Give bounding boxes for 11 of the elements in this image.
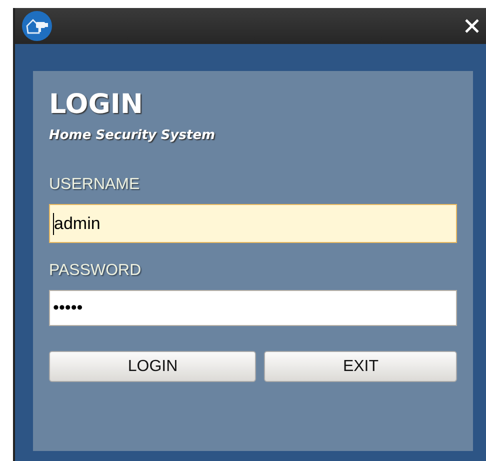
dialog-title: LOGIN — [49, 89, 143, 120]
close-icon — [464, 18, 480, 34]
input-field[interactable]: admin — [49, 204, 457, 243]
field-label: USERNAME — [49, 176, 140, 194]
dialog-button[interactable]: LOGIN — [49, 351, 256, 382]
input-field[interactable]: ••••• — [49, 290, 457, 326]
house-camera-icon — [22, 11, 52, 41]
close-button[interactable] — [464, 18, 480, 34]
dialog-button[interactable]: EXIT — [264, 351, 457, 382]
dialog-subtitle: Home Security System — [49, 128, 216, 143]
field-label: PASSWORD — [49, 262, 142, 280]
